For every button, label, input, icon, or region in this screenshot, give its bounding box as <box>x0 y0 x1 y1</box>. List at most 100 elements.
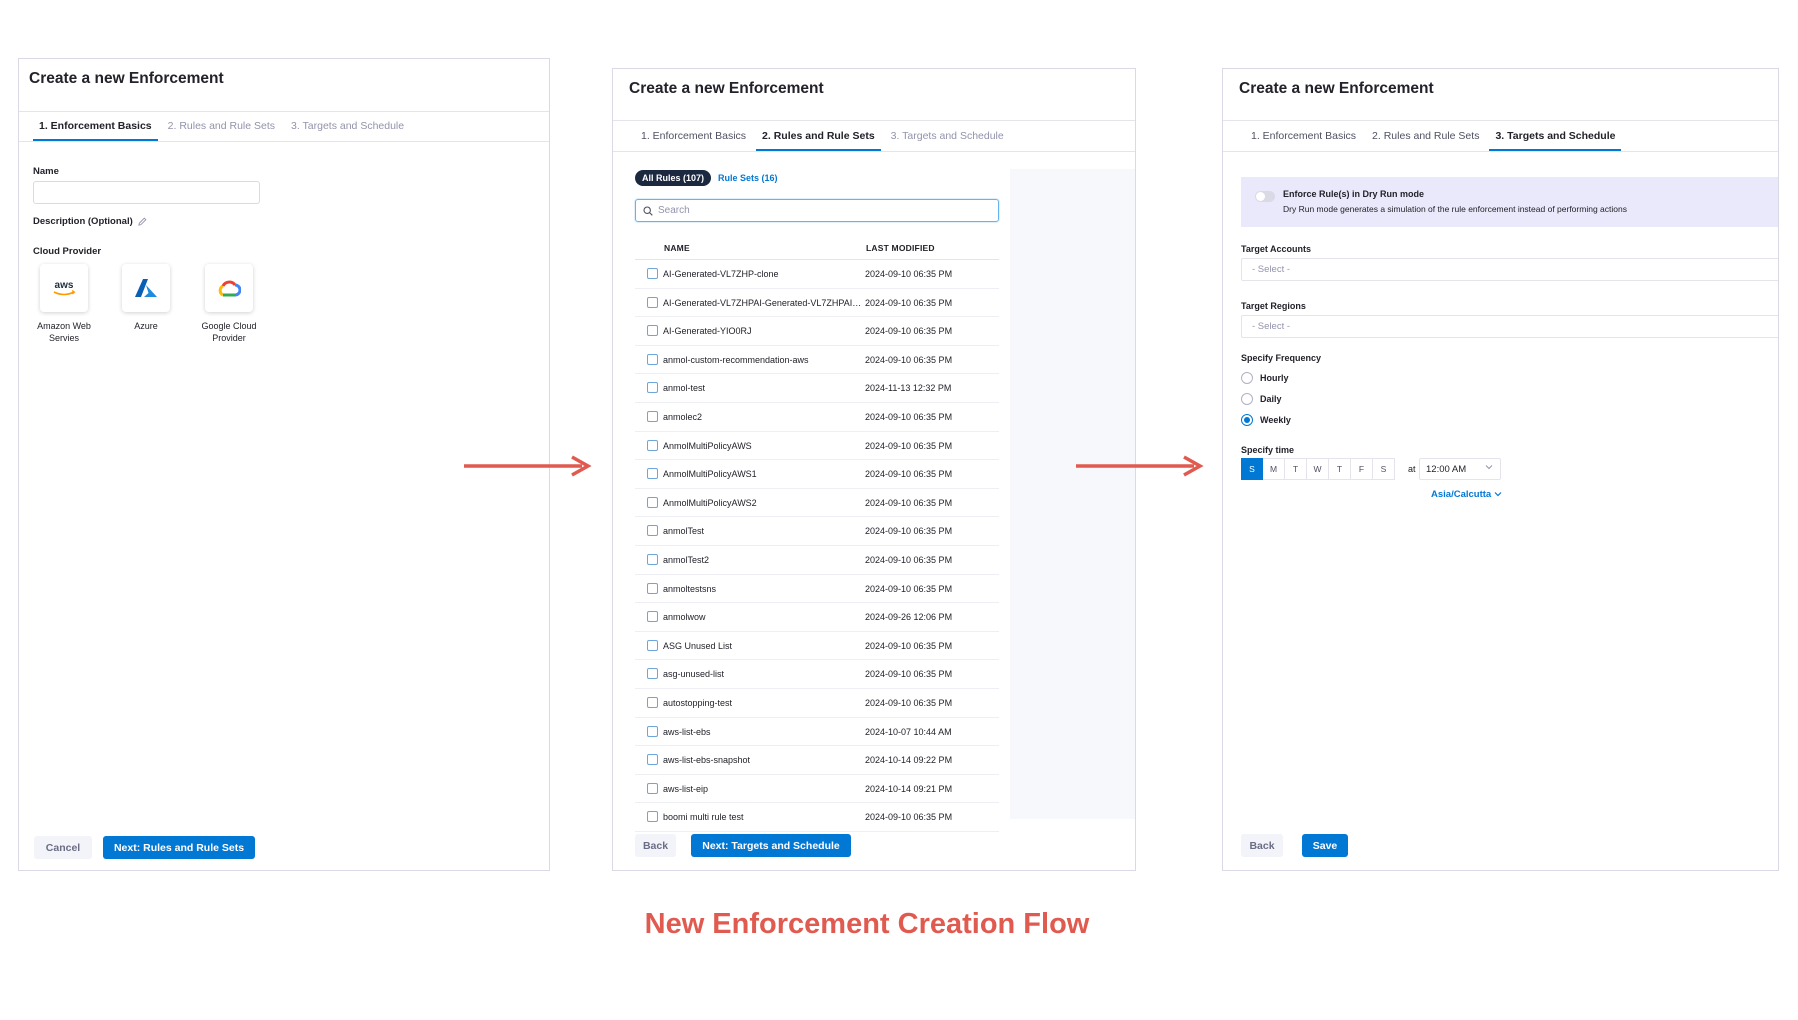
next-targets-button[interactable]: Next: Targets and Schedule <box>691 834 851 857</box>
rule-last-modified: 2024-09-10 06:35 PM <box>865 411 953 422</box>
save-button[interactable]: Save <box>1302 834 1348 857</box>
day-sunday[interactable]: S <box>1241 458 1263 480</box>
row-checkbox[interactable] <box>647 382 658 394</box>
table-row[interactable]: anmol-custom-recommendation-aws 2024-09-1… <box>635 346 999 375</box>
table-row[interactable]: aws-list-eip 2024-10-14 09:21 PM <box>635 775 999 804</box>
table-row[interactable]: anmoltestsns 2024-09-10 06:35 PM <box>635 575 999 604</box>
rule-last-modified: 2024-11-13 12:32 PM <box>865 383 952 394</box>
row-checkbox[interactable] <box>647 725 658 737</box>
target-accounts-label: Target Accounts <box>1241 244 1312 254</box>
row-checkbox[interactable] <box>647 639 658 651</box>
row-checkbox[interactable] <box>647 811 658 823</box>
time-select[interactable]: 12:00 AM <box>1419 458 1501 480</box>
next-rules-button[interactable]: Next: Rules and Rule Sets <box>103 836 255 859</box>
row-checkbox[interactable] <box>647 296 658 308</box>
tab-enforcement-basics[interactable]: 1. Enforcement Basics <box>1245 121 1362 151</box>
name-input[interactable] <box>33 181 260 204</box>
search-input[interactable]: Search <box>635 199 999 222</box>
row-checkbox[interactable] <box>647 410 658 422</box>
row-checkbox[interactable] <box>647 782 658 794</box>
tab-enforcement-basics[interactable]: 1. Enforcement Basics <box>635 121 752 151</box>
flow-arrow-icon <box>464 455 592 477</box>
table-row[interactable]: AnmolMultiPolicyAWS 2024-09-10 06:35 PM <box>635 432 999 461</box>
tab-rules-and-rule-sets[interactable]: 2. Rules and Rule Sets <box>1366 121 1485 151</box>
pencil-icon[interactable] <box>138 217 147 226</box>
tab-targets-and-schedule[interactable]: 3. Targets and Schedule <box>285 111 410 141</box>
row-checkbox[interactable] <box>647 582 658 594</box>
table-row[interactable]: anmolec2 2024-09-10 06:35 PM <box>635 403 999 432</box>
frequency-weekly[interactable]: Weekly <box>1241 414 1291 426</box>
radio-button[interactable] <box>1241 372 1253 384</box>
google-cloud-logo-icon[interactable] <box>205 264 253 312</box>
rule-name: AnmolMultiPolicyAWS <box>663 440 752 451</box>
provider-azure[interactable]: Azure <box>106 264 186 332</box>
timezone-link[interactable]: Asia/Calcutta <box>1431 489 1502 500</box>
row-checkbox[interactable] <box>647 496 658 508</box>
table-row[interactable]: AI-Generated-VL7ZHP-clone 2024-09-10 06:3… <box>635 260 999 289</box>
rule-name: asg-unused-list <box>663 669 725 680</box>
row-checkbox[interactable] <box>647 611 658 623</box>
row-checkbox[interactable] <box>647 754 658 766</box>
wizard-tabs: 1. Enforcement Basics 2. Rules and Rule … <box>1245 121 1625 151</box>
table-row[interactable]: autostopping-test 2024-09-10 06:35 PM <box>635 689 999 718</box>
row-checkbox[interactable] <box>647 353 658 365</box>
row-checkbox[interactable] <box>647 525 658 537</box>
tab-enforcement-basics[interactable]: 1. Enforcement Basics <box>33 111 158 141</box>
back-button[interactable]: Back <box>1241 834 1283 857</box>
description-label-row: Description (Optional) <box>33 216 147 227</box>
target-regions-select[interactable]: - Select - <box>1241 315 1778 338</box>
table-row[interactable]: AnmolMultiPolicyAWS2 2024-09-10 06:35 PM <box>635 489 999 518</box>
rule-name: AI-Generated-YIO0RJ <box>663 326 752 337</box>
day-thursday[interactable]: T <box>1329 458 1351 480</box>
day-tuesday[interactable]: T <box>1285 458 1307 480</box>
wizard-tabs: 1. Enforcement Basics 2. Rules and Rule … <box>33 111 414 141</box>
target-accounts-select[interactable]: - Select - <box>1241 258 1778 281</box>
table-row[interactable]: AI-Generated-VL7ZHPAI-Generated-VL7ZHPAI… <box>635 289 999 318</box>
row-checkbox[interactable] <box>647 668 658 680</box>
all-rules-tab[interactable]: All Rules (107) <box>635 170 712 186</box>
dry-run-toggle[interactable] <box>1255 191 1275 202</box>
table-row[interactable]: AI-Generated-YIO0RJ 2024-09-10 06:35 PM <box>635 317 999 346</box>
aws-logo-icon[interactable]: aws <box>40 264 88 312</box>
table-row[interactable]: AnmolMultiPolicyAWS1 2024-09-10 06:35 PM <box>635 460 999 489</box>
radio-button-selected[interactable] <box>1241 414 1253 426</box>
provider-aws[interactable]: aws Amazon Web Servies <box>24 264 104 344</box>
row-checkbox[interactable] <box>647 553 658 565</box>
table-row[interactable]: aws-list-ebs 2024-10-07 10:44 AM <box>635 718 999 747</box>
row-checkbox[interactable] <box>647 325 658 337</box>
column-header-name[interactable]: NAME <box>664 243 690 253</box>
tab-targets-and-schedule[interactable]: 3. Targets and Schedule <box>1489 121 1622 151</box>
row-checkbox[interactable] <box>647 439 658 451</box>
frequency-daily[interactable]: Daily <box>1241 393 1282 405</box>
tab-targets-and-schedule[interactable]: 3. Targets and Schedule <box>885 121 1010 151</box>
table-row[interactable]: anmolwow 2024-09-26 12:06 PM <box>635 603 999 632</box>
day-friday[interactable]: F <box>1351 458 1373 480</box>
table-row[interactable]: ASG Unused List 2024-09-10 06:35 PM <box>635 632 999 661</box>
radio-button[interactable] <box>1241 393 1253 405</box>
table-row[interactable]: anmolTest2 2024-09-10 06:35 PM <box>635 546 999 575</box>
table-row[interactable]: boomi multi rule test 2024-09-10 06:35 PM <box>635 803 999 832</box>
table-row[interactable]: asg-unused-list 2024-09-10 06:35 PM <box>635 660 999 689</box>
rule-name: boomi multi rule test <box>663 812 744 823</box>
column-header-last-modified[interactable]: LAST MODIFIED <box>866 243 935 253</box>
row-checkbox[interactable] <box>647 696 658 708</box>
azure-logo-icon[interactable] <box>122 264 170 312</box>
frequency-hourly[interactable]: Hourly <box>1241 372 1289 384</box>
provider-name: Amazon Web Servies <box>37 321 91 343</box>
tab-rules-and-rule-sets[interactable]: 2. Rules and Rule Sets <box>756 121 881 151</box>
table-row[interactable]: anmolTest 2024-09-10 06:35 PM <box>635 517 999 546</box>
tab-rules-and-rule-sets[interactable]: 2. Rules and Rule Sets <box>162 111 281 141</box>
row-checkbox[interactable] <box>647 468 658 480</box>
day-monday[interactable]: M <box>1263 458 1285 480</box>
row-checkbox[interactable] <box>647 268 658 279</box>
rule-last-modified: 2024-09-10 06:35 PM <box>865 640 953 651</box>
table-row[interactable]: aws-list-ebs-snapshot 2024-10-14 09:22 PM <box>635 746 999 775</box>
rule-sets-tab[interactable]: Rule Sets (16) <box>718 170 778 186</box>
back-button[interactable]: Back <box>635 834 676 857</box>
day-wednesday[interactable]: W <box>1307 458 1329 480</box>
radio-label: Daily <box>1260 394 1282 404</box>
day-saturday[interactable]: S <box>1373 458 1395 480</box>
cancel-button[interactable]: Cancel <box>34 836 92 859</box>
provider-google-cloud[interactable]: Google Cloud Provider <box>189 264 269 344</box>
table-row[interactable]: anmol-test 2024-11-13 12:32 PM <box>635 374 999 403</box>
